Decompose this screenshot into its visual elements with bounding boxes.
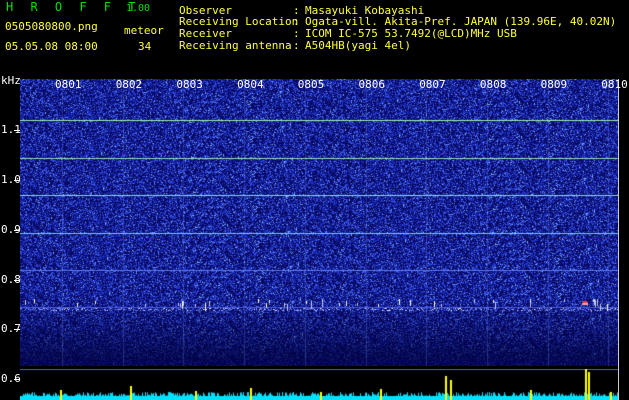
- frequency-unit-label: kHz: [1, 74, 21, 87]
- time-tick-label: 0808: [479, 78, 507, 91]
- frequency-tick-mark: [14, 230, 20, 231]
- time-tick-label: 0803: [176, 78, 203, 91]
- time-tick-label: 0805: [297, 78, 325, 91]
- time-tick-label: 0806: [358, 78, 386, 91]
- time-tick-label: 0804: [237, 78, 264, 91]
- spectrogram-display: [20, 79, 618, 366]
- frequency-tick-mark: [14, 180, 20, 181]
- file-name: 0505080800.png: [5, 20, 98, 33]
- time-tick-label: 0809: [540, 78, 568, 91]
- info-colon: :: [293, 39, 300, 52]
- meteor-label: meteor: [124, 24, 164, 37]
- date-time: 05.05.08 08:00: [5, 40, 98, 53]
- time-tick-label: 0810: [601, 78, 628, 91]
- app-version: 1.00: [126, 3, 151, 14]
- time-tick-label: 0807: [419, 78, 446, 91]
- time-tick-label: 0801: [55, 78, 82, 91]
- frequency-tick-mark: [14, 329, 20, 330]
- time-tick-label: 0802: [115, 78, 143, 91]
- signal-level-meter: [20, 369, 618, 400]
- right-border: [618, 79, 619, 400]
- frequency-tick-mark: [14, 280, 20, 281]
- frequency-tick-mark: [14, 130, 20, 131]
- app-title: H R O F F T: [6, 0, 141, 14]
- frequency-tick-mark: [14, 379, 20, 380]
- info-value-antenna: A504HB(yagi 4el): [305, 39, 411, 52]
- info-key-antenna: Receiving antenna: [179, 39, 292, 52]
- meteor-count: 34: [138, 40, 152, 53]
